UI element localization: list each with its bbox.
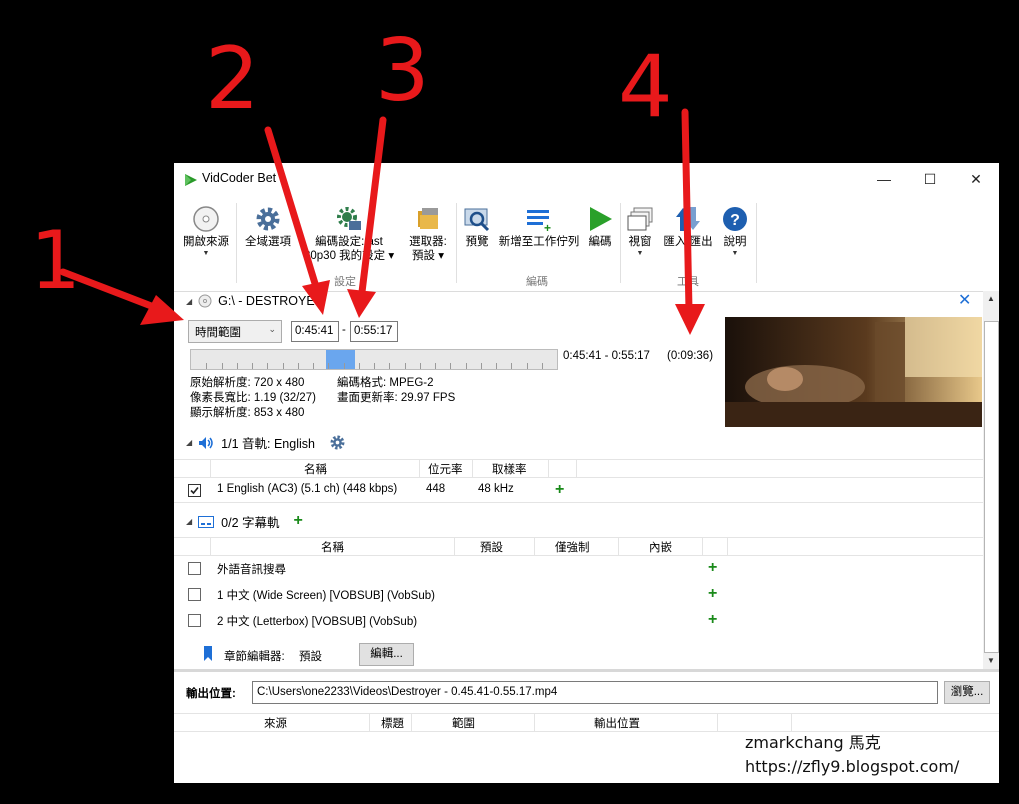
annotation-number-1: 1	[30, 214, 81, 307]
annotation-arrowhead-4	[675, 304, 705, 335]
annotation-arrowhead-2	[302, 280, 330, 315]
annotation-number-2: 2	[205, 29, 260, 129]
annotation-arrow-2	[264, 126, 321, 294]
annotation-arrowhead-1	[140, 295, 184, 325]
annotation-number-3: 3	[375, 21, 430, 121]
annotation-number-4: 4	[618, 37, 673, 137]
annotation-overlay: 1 2 3 4	[30, 21, 705, 335]
annotation-arrow-4	[681, 108, 693, 314]
annotation-arrow-3	[358, 116, 387, 296]
annotation-arrowhead-3	[347, 289, 376, 318]
